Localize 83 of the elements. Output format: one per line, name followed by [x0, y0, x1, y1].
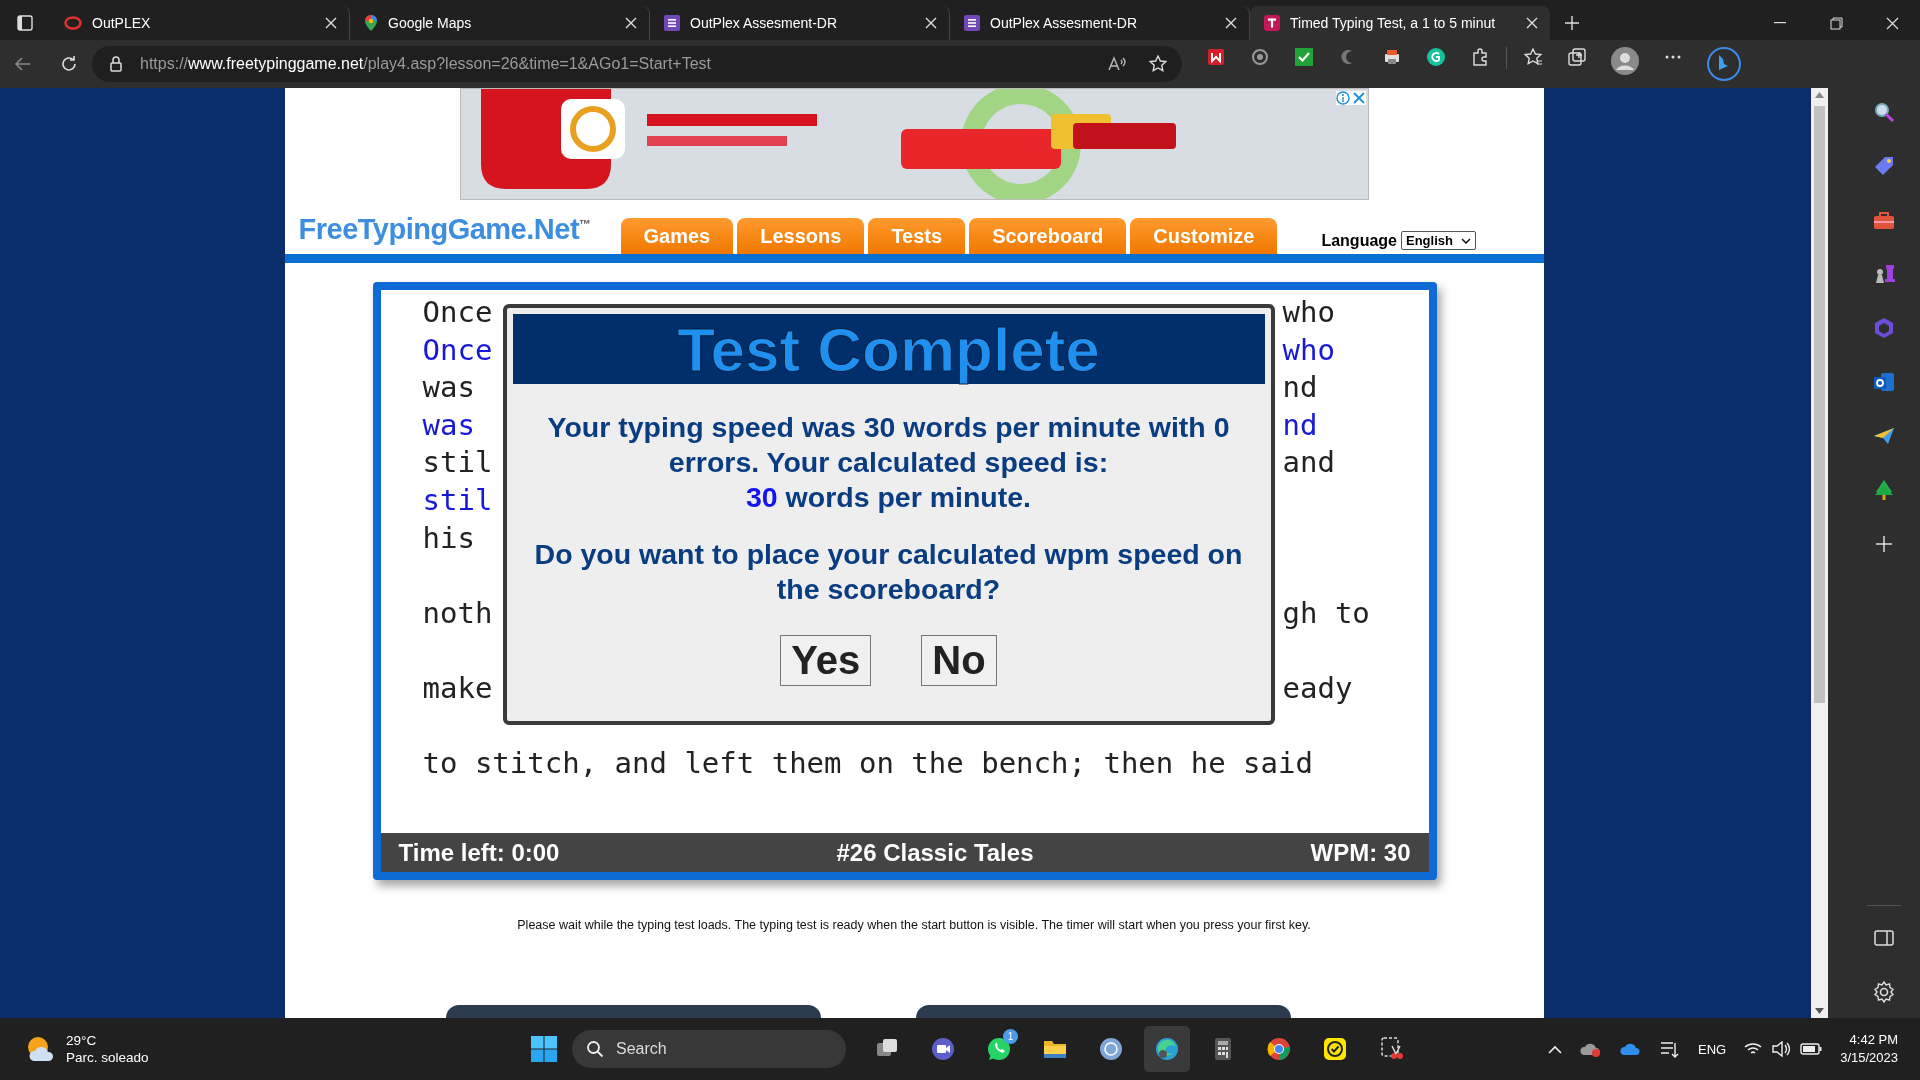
temperature: 29°C [66, 1032, 98, 1049]
display-icon[interactable] [1660, 1040, 1680, 1058]
passage-text: nd [1282, 369, 1318, 407]
question-text: Do you want to place your calculated wpm speed on the scoreboard? [533, 537, 1244, 607]
scrollbar-thumb[interactable] [1814, 106, 1825, 703]
passage-text: Once [422, 294, 493, 331]
settings-icon[interactable] [1872, 980, 1896, 1004]
profile-avatar[interactable] [1611, 47, 1639, 75]
extensions-icon[interactable] [1470, 47, 1490, 67]
map-pin-icon [364, 14, 378, 32]
printer-icon[interactable] [1382, 47, 1402, 67]
new-tab-icon[interactable] [1564, 15, 1580, 31]
time-left: Time left: 0:00 [398, 838, 560, 867]
battery-icon[interactable] [1800, 1042, 1823, 1056]
language-select[interactable]: English [1401, 231, 1476, 250]
ring-icon [64, 16, 82, 30]
tree-icon[interactable] [1872, 478, 1896, 502]
passage-text: his [422, 519, 475, 557]
wpm-reading: WPM: 30 [1310, 838, 1411, 867]
passage-text: make [422, 669, 493, 707]
passage-text: was [422, 369, 475, 407]
site-icon [1264, 15, 1280, 31]
form-icon [964, 15, 980, 31]
input-language[interactable]: ENG [1698, 1041, 1727, 1057]
search-icon [586, 1040, 604, 1058]
browser-tab[interactable]: Timed Typing Test, a 1 to 5 minut [1250, 6, 1550, 40]
dialog-button[interactable]: No [921, 635, 997, 686]
passage-text: to stitch, and left them on the bench; then he said [422, 745, 1313, 783]
passage-text: and [1282, 444, 1335, 482]
check-badge-icon [1322, 1036, 1348, 1062]
clock[interactable]: 4:42 PM 3/15/2023 [1840, 1031, 1898, 1067]
wifi-icon[interactable] [1744, 1042, 1763, 1056]
passage-text: stil [422, 444, 493, 482]
globe-icon [1266, 1036, 1292, 1062]
office-icon[interactable] [1872, 316, 1896, 340]
mail-app-icon[interactable] [1872, 370, 1896, 394]
weather-description: Parc. soleado [66, 1049, 149, 1066]
copilot-icon[interactable] [1707, 47, 1741, 81]
grammar-icon[interactable] [1426, 47, 1446, 67]
taskbar-app[interactable] [1144, 1026, 1190, 1072]
passage-text: was [422, 406, 475, 444]
refresh-icon[interactable] [59, 54, 79, 74]
search-field[interactable]: Search [572, 1030, 846, 1068]
volume-icon[interactable] [1772, 1041, 1791, 1057]
cloud-error-icon[interactable] [1580, 1041, 1602, 1057]
passage-text: gh to [1282, 594, 1370, 632]
ad-info-icon[interactable] [1335, 91, 1350, 105]
cloud-icon[interactable] [1620, 1042, 1642, 1056]
passage-text: stil [422, 481, 493, 519]
site-logo[interactable]: FreeTypingGame.Net$^{™}$ [298, 213, 621, 246]
dialog-title: Test Complete [677, 313, 1100, 385]
result-text: Your typing speed was 30 words per minute with 0 errors. Your calculated speed is: 30 words per minute. [546, 410, 1231, 515]
passage-text: who [1282, 294, 1335, 331]
lesson-title: #26 Classic Tales [836, 838, 1034, 867]
collections-icon[interactable] [1567, 47, 1587, 67]
address-field[interactable]: https://www.freetypinggame.net/play4.asp?lesson=26&time=1&AGo1=Start+Test [92, 46, 1182, 82]
checkmark-icon[interactable] [1294, 47, 1314, 67]
video-call-icon [930, 1036, 956, 1062]
start-icon[interactable] [530, 1035, 558, 1063]
scroll-up-icon[interactable] [1815, 92, 1824, 98]
passage-text: noth [422, 594, 493, 632]
passage-text: Once [422, 331, 493, 369]
passage-text: eady [1282, 669, 1353, 707]
search-icon[interactable] [1872, 100, 1896, 124]
tab-actions-icon[interactable] [17, 15, 33, 31]
notification-badge: 1 [1003, 1029, 1018, 1044]
add-favorite-icon[interactable] [1148, 54, 1168, 74]
minimize-icon[interactable] [1774, 22, 1786, 24]
passage-text: nd [1282, 406, 1318, 444]
loading-note: Please wait while the typing test loads. The typing test is ready when the start button is visible. The timer will start when you press your first key. [516, 918, 1312, 932]
form-icon [664, 15, 680, 31]
chevron-icon [1460, 237, 1471, 244]
restore-icon[interactable] [1829, 16, 1843, 30]
language-label: Language [1321, 231, 1397, 250]
favorites-icon[interactable] [1523, 47, 1543, 67]
browser-icon [1154, 1036, 1180, 1062]
scroll-down-icon[interactable] [1815, 1008, 1824, 1014]
snipping-icon [1378, 1036, 1404, 1062]
passage-text: who [1282, 331, 1335, 369]
dialog-button[interactable]: Yes [780, 635, 872, 686]
chevron-up-icon[interactable] [1548, 1044, 1562, 1054]
url-text: https://www.freetypinggame.net/play4.asp?lesson=26&time=1&AGo1=Start+Test [140, 55, 711, 73]
weather-icon[interactable] [26, 1035, 56, 1063]
